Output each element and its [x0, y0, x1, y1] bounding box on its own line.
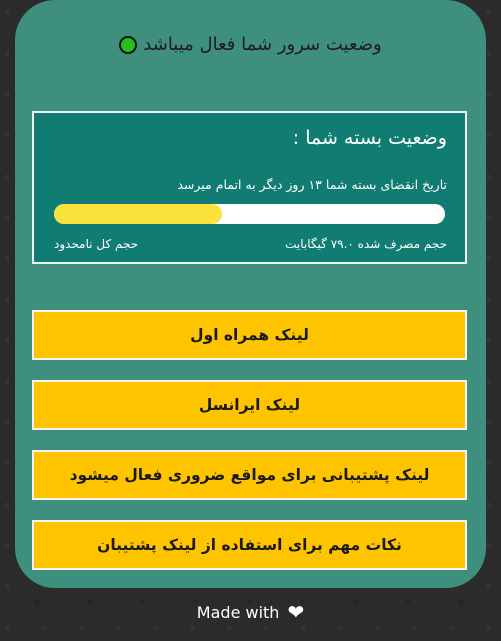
footer-text: Made with [196, 602, 280, 622]
server-status-text: وضعیت سرور شما فعال میباشد [143, 34, 382, 55]
link-irancell-button[interactable]: لینک ایرانسل [32, 380, 467, 430]
package-total: حجم کل نامحدود [54, 237, 139, 251]
package-status-panel: وضعیت بسته شما : تاریخ انقضای بسته شما ۱… [32, 111, 467, 264]
link-hamrah-aval-button[interactable]: لینک همراه اول [32, 310, 467, 360]
usage-progress-fill [54, 204, 223, 224]
server-status: وضعیت سرور شما فعال میباشد [15, 34, 486, 55]
usage-progress-bar [54, 204, 445, 224]
status-indicator-icon [119, 35, 138, 54]
heart-icon: ❤ [287, 600, 305, 624]
package-expiry: تاریخ انقضای بسته شما ۱۳ روز دیگر به اتم… [177, 177, 447, 192]
package-title: وضعیت بسته شما : [292, 127, 447, 149]
link-tips-button[interactable]: نکات مهم برای استفاده از لینک پشتیبان [32, 520, 467, 570]
footer: Made with ❤ [0, 602, 501, 622]
package-used: حجم مصرف شده ۷۹.۰ گیگابایت [285, 237, 447, 251]
main-card: وضعیت سرور شما فعال میباشد وضعیت بسته شم… [15, 0, 486, 588]
link-support-button[interactable]: لینک پشتیبانی برای مواقع ضروری فعال میشو… [32, 450, 467, 500]
